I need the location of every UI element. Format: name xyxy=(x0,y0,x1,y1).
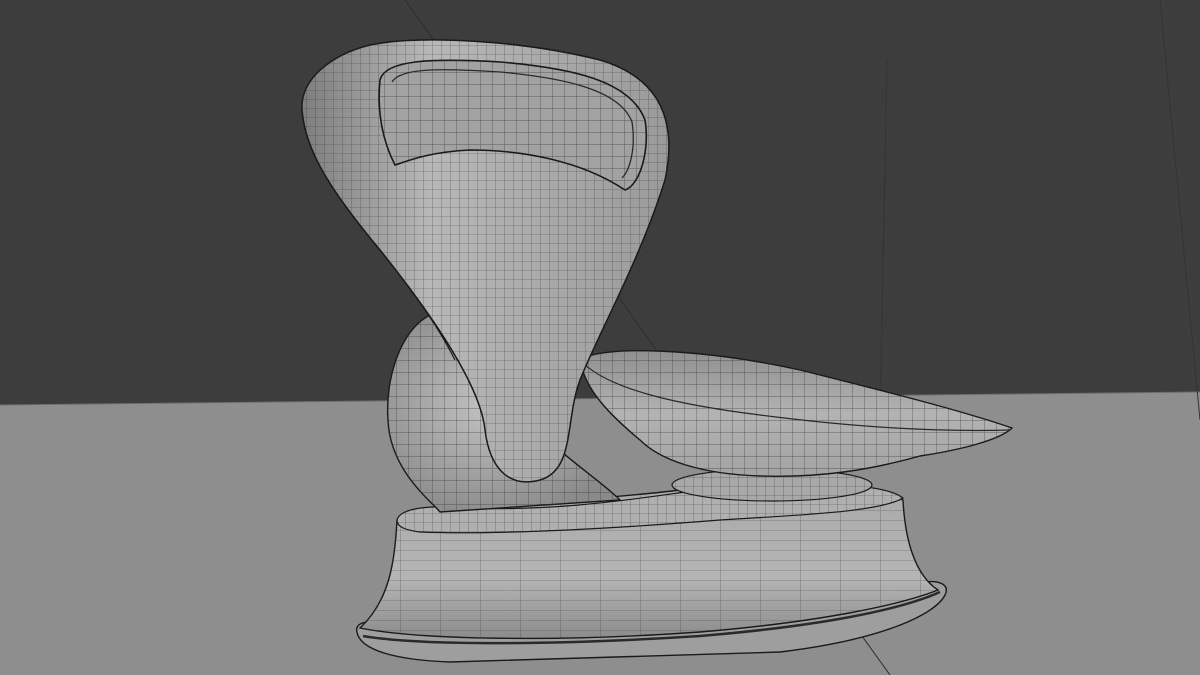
3d-viewport[interactable] xyxy=(0,0,1200,675)
viewport-scene[interactable] xyxy=(0,0,1200,675)
